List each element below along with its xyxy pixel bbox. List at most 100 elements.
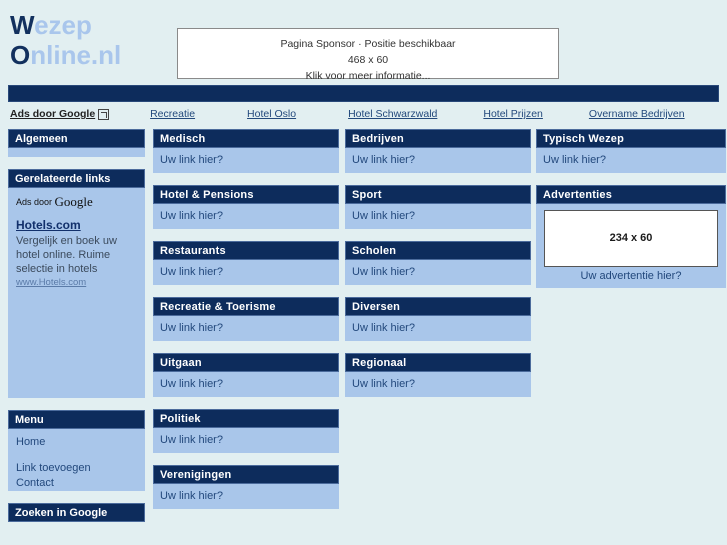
logo-capital-o: O — [10, 40, 31, 70]
category-title-scholen: Scholen — [345, 241, 531, 260]
category-panel-medisch: Medisch Uw link hier? — [153, 129, 339, 173]
panel-menu-body: Home Link toevoegen Contact — [8, 429, 145, 491]
ads-links-holder: Recreatie Hotel Oslo Hotel Schwarzwald Hote… — [112, 108, 685, 120]
category-title-diversen: Diversen — [345, 297, 531, 316]
category-title-restaurants: Restaurants — [153, 241, 339, 260]
related-ad-description: Vergelijk en boek uw hotel online. Ruime… — [16, 235, 117, 275]
category-body-medisch: Uw link hier? — [153, 148, 339, 173]
advertisement-placeholder-box[interactable]: 234 x 60 — [544, 210, 718, 267]
category-body-verenigingen: Uw link hier? — [153, 484, 339, 509]
page-header: Wezep Online.nl Pagina Sponsor · Positie… — [0, 0, 727, 85]
logo-capital-w: W — [10, 10, 35, 40]
category-panel-typisch-wezep: Typisch Wezep Uw link hier? — [536, 129, 726, 173]
ads-by-google-caption: Ads door Google — [16, 194, 137, 210]
placeholder-link[interactable]: Uw link hier? — [160, 265, 332, 279]
category-column-3: Typisch Wezep Uw link hier? Advertenties 23… — [536, 129, 726, 300]
category-body-uitgaan: Uw link hier? — [153, 372, 339, 397]
panel-menu: Menu Home Link toevoegen Contact — [8, 410, 145, 491]
site-logo[interactable]: Wezep Online.nl — [10, 10, 121, 70]
category-panel-hotel-pensions: Hotel & Pensions Uw link hier? — [153, 185, 339, 229]
ads-link-hotel-oslo[interactable]: Hotel Oslo — [247, 108, 296, 120]
category-panel-recreatie-toerisme: Recreatie & Toerisme Uw link hier? — [153, 297, 339, 341]
category-title-recreatie-toerisme: Recreatie & Toerisme — [153, 297, 339, 316]
category-body-diversen: Uw link hier? — [345, 316, 531, 341]
category-body-typisch-wezep: Uw link hier? — [536, 148, 726, 173]
sponsor-line-1: Pagina Sponsor · Positie beschikbaar — [280, 38, 456, 50]
panel-zoeken-in-google: Zoeken in Google — [8, 503, 145, 522]
ads-link-hotel-schwarzwald[interactable]: Hotel Schwarzwald — [348, 108, 437, 120]
category-panel-regionaal: Regionaal Uw link hier? — [345, 353, 531, 397]
category-body-bedrijven: Uw link hier? — [345, 148, 531, 173]
category-title-uitgaan: Uitgaan — [153, 353, 339, 372]
panel-menu-title: Menu — [8, 410, 145, 429]
placeholder-link[interactable]: Uw link hier? — [352, 377, 524, 391]
panel-related-body: Ads door Google Hotels.com Vergelijk en … — [8, 188, 145, 398]
logo-text-online: nline.nl — [30, 40, 122, 70]
placeholder-link[interactable]: Uw link hier? — [160, 321, 332, 335]
sponsor-line-2: 468 x 60 — [347, 54, 389, 66]
category-body-scholen: Uw link hier? — [345, 260, 531, 285]
category-panel-scholen: Scholen Uw link hier? — [345, 241, 531, 285]
menu-item-contact[interactable]: Contact — [16, 476, 137, 491]
placeholder-link[interactable]: Uw link hier? — [352, 265, 524, 279]
category-panel-politiek: Politiek Uw link hier? — [153, 409, 339, 453]
sponsor-banner[interactable]: Pagina Sponsor · Positie beschikbaar 468… — [177, 28, 559, 82]
ads-by-google-label[interactable]: Ads door Google — [10, 108, 95, 120]
category-panel-uitgaan: Uitgaan Uw link hier? — [153, 353, 339, 397]
panel-algemeen: Algemeen — [8, 129, 145, 157]
panel-algemeen-body — [8, 148, 145, 157]
placeholder-link[interactable]: Uw link hier? — [543, 153, 719, 167]
ads-link-recreatie[interactable]: Recreatie — [150, 108, 195, 120]
category-column-1: Medisch Uw link hier? Hotel & Pensions Uw l… — [153, 129, 339, 521]
category-panel-restaurants: Restaurants Uw link hier? — [153, 241, 339, 285]
category-body-recreatie-toerisme: Uw link hier? — [153, 316, 339, 341]
category-title-sport: Sport — [345, 185, 531, 204]
menu-item-link-toevoegen[interactable]: Link toevoegen — [16, 461, 137, 476]
category-title-hotel-pensions: Hotel & Pensions — [153, 185, 339, 204]
category-title-politiek: Politiek — [153, 409, 339, 428]
advertisement-caption[interactable]: Uw advertentie hier? — [543, 270, 719, 282]
placeholder-link[interactable]: Uw link hier? — [160, 153, 332, 167]
advertenties-title: Advertenties — [536, 185, 726, 204]
category-body-regionaal: Uw link hier? — [345, 372, 531, 397]
placeholder-link[interactable]: Uw link hier? — [160, 209, 332, 223]
category-panel-sport: Sport Uw link hier? — [345, 185, 531, 229]
menu-spacer — [16, 450, 137, 461]
category-title-bedrijven: Bedrijven — [345, 129, 531, 148]
placeholder-link[interactable]: Uw link hier? — [352, 321, 524, 335]
category-panel-diversen: Diversen Uw link hier? — [345, 297, 531, 341]
ads-link-overname-bedrijven[interactable]: Overname Bedrijven — [589, 108, 685, 120]
category-body-restaurants: Uw link hier? — [153, 260, 339, 285]
related-ad-url[interactable]: www.Hotels.com — [16, 277, 137, 288]
external-link-icon — [98, 108, 110, 120]
placeholder-link[interactable]: Uw link hier? — [160, 433, 332, 447]
ads-link-hotel-prijzen[interactable]: Hotel Prijzen — [483, 108, 543, 120]
google-ads-strip: Ads door Google Recreatie Hotel Oslo Hotel… — [0, 102, 727, 129]
placeholder-link[interactable]: Uw link hier? — [160, 377, 332, 391]
category-column-2: Bedrijven Uw link hier? Sport Uw link hier?… — [345, 129, 531, 409]
logo-text-wezep: ezep — [34, 10, 92, 40]
panel-advertenties: Advertenties 234 x 60 Uw advertentie hier? — [536, 185, 726, 288]
category-panel-verenigingen: Verenigingen Uw link hier? — [153, 465, 339, 509]
sidebar: Algemeen Gerelateerde links Ads door Goo… — [8, 129, 145, 534]
panel-search-title: Zoeken in Google — [8, 503, 145, 522]
placeholder-link[interactable]: Uw link hier? — [352, 153, 524, 167]
related-ad-title[interactable]: Hotels.com — [16, 218, 137, 232]
menu-item-home[interactable]: Home — [16, 435, 137, 450]
category-body-hotel-pensions: Uw link hier? — [153, 204, 339, 229]
panel-gerelateerde-links: Gerelateerde links Ads door Google Hotel… — [8, 169, 145, 398]
ads-by-prefix: Ads door — [16, 197, 55, 207]
category-title-regionaal: Regionaal — [345, 353, 531, 372]
google-wordmark: Google — [54, 194, 93, 209]
category-title-medisch: Medisch — [153, 129, 339, 148]
panel-algemeen-title: Algemeen — [8, 129, 145, 148]
placeholder-link[interactable]: Uw link hier? — [352, 209, 524, 223]
category-body-sport: Uw link hier? — [345, 204, 531, 229]
advertenties-body: 234 x 60 Uw advertentie hier? — [536, 204, 726, 288]
sponsor-line-3: Klik voor meer informatie... — [305, 70, 431, 82]
category-title-verenigingen: Verenigingen — [153, 465, 339, 484]
category-body-politiek: Uw link hier? — [153, 428, 339, 453]
category-title-typisch-wezep: Typisch Wezep — [536, 129, 726, 148]
panel-related-title: Gerelateerde links — [8, 169, 145, 188]
placeholder-link[interactable]: Uw link hier? — [160, 489, 332, 503]
